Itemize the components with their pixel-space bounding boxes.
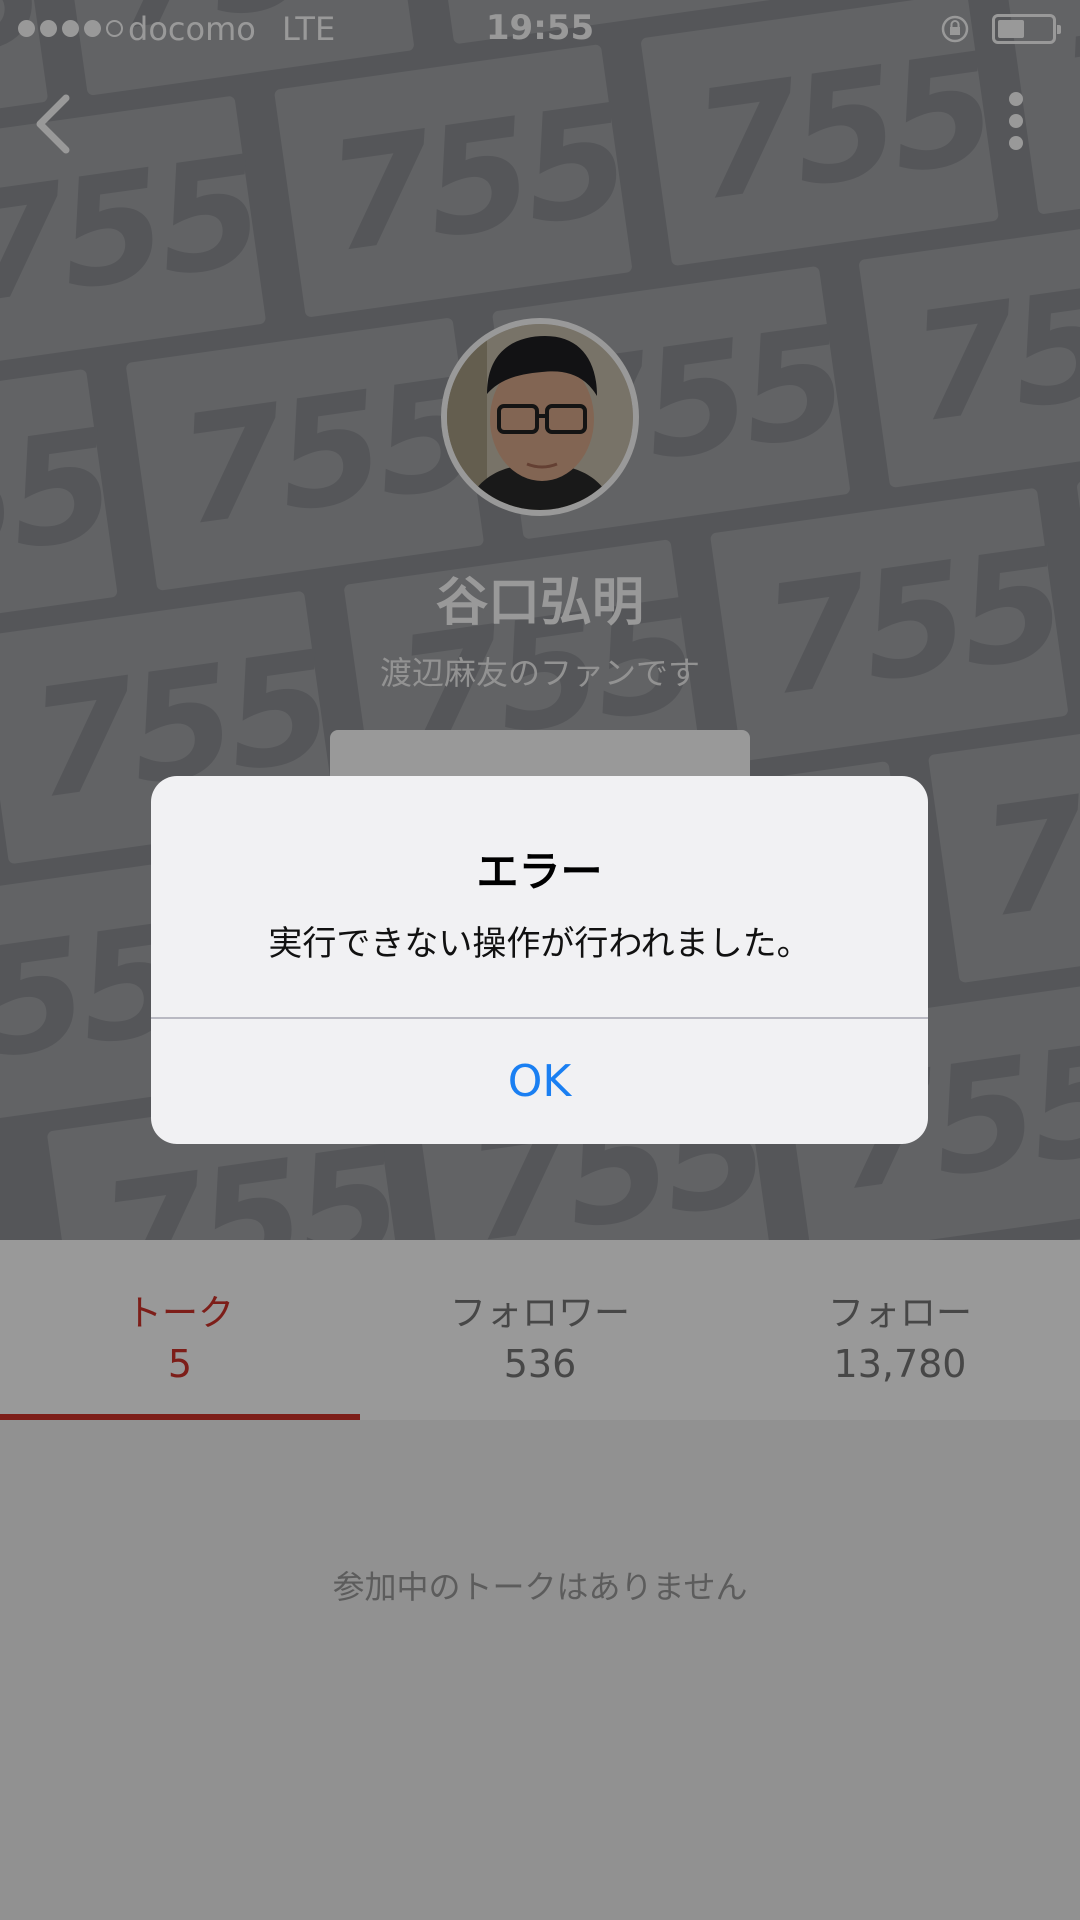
alert-ok-button[interactable]: OK (151, 1019, 928, 1144)
error-alert-dialog: エラー 実行できない操作が行われました。 OK (151, 776, 928, 1144)
alert-title: エラー (476, 847, 603, 896)
alert-message: 実行できない操作が行われました。 (268, 924, 811, 964)
